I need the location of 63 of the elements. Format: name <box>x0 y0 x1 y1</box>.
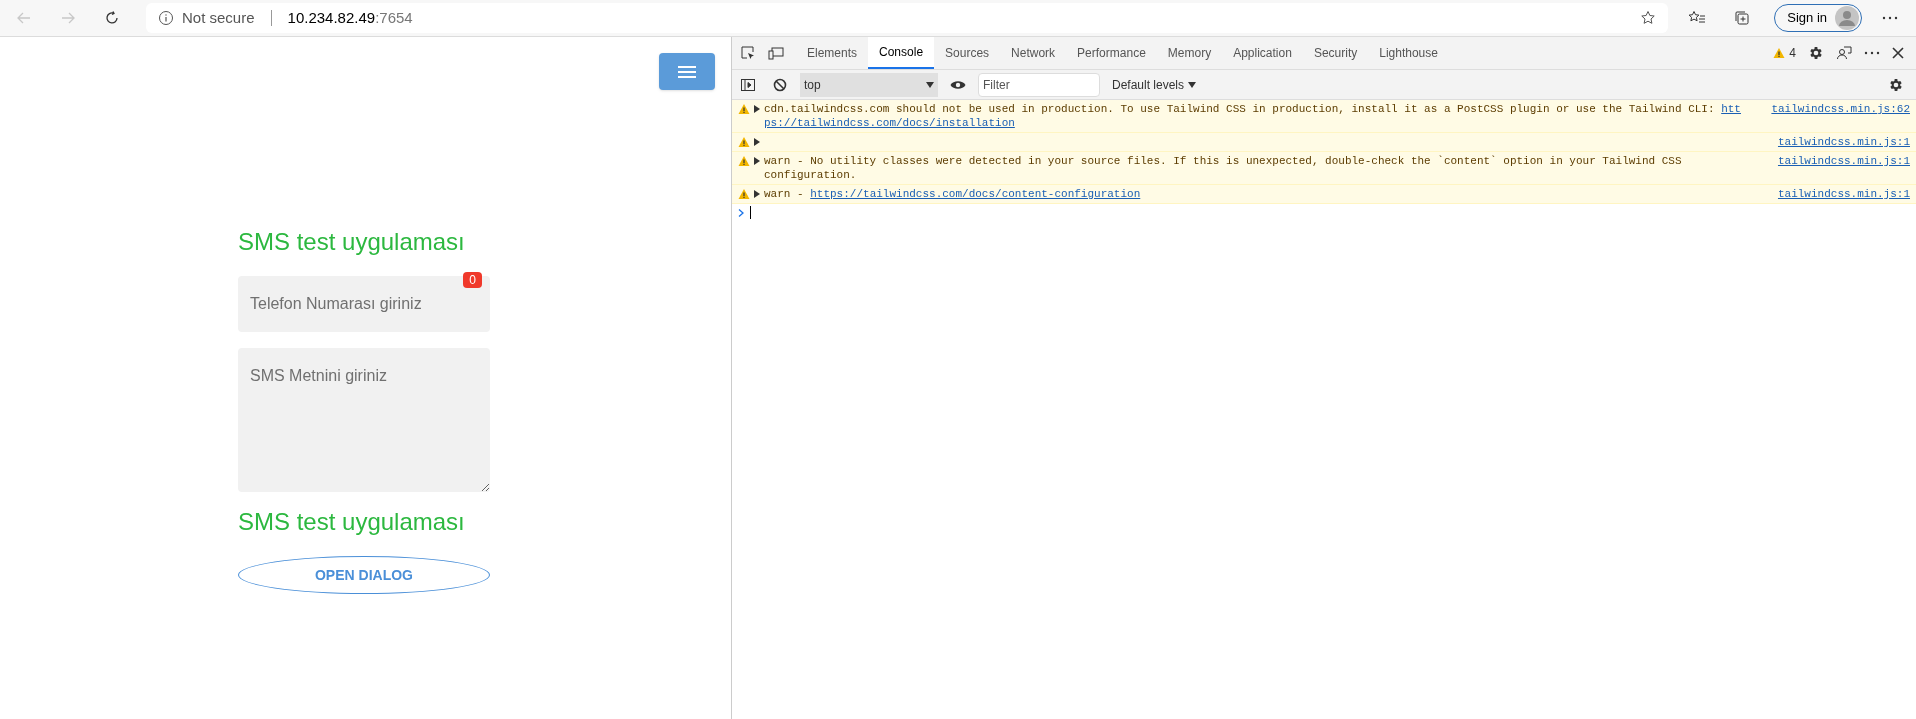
footer-title: SMS test uygulaması <box>238 510 466 534</box>
source-link[interactable]: tailwindcss.min.js:1 <box>1777 135 1910 149</box>
expand-arrow-icon[interactable] <box>754 105 760 113</box>
source-link[interactable]: tailwindcss.min.js:62 <box>1771 102 1910 116</box>
character-count-badge: 0 <box>463 272 482 288</box>
address-bar[interactable]: Not secure 10.234.82.49:7654 <box>146 3 1669 33</box>
context-selector[interactable]: top <box>800 72 938 97</box>
inspect-icon[interactable] <box>740 45 756 61</box>
source-link[interactable]: tailwindcss.min.js:1 <box>1777 187 1910 201</box>
dropdown-caret-icon <box>1188 81 1197 88</box>
devtools-tab[interactable]: Network <box>1000 37 1067 69</box>
source-link[interactable]: tailwindcss.min.js:1 <box>1777 154 1910 168</box>
devtools-tab[interactable]: Application <box>1222 37 1303 69</box>
devtools-tab[interactable]: Sources <box>934 37 1001 69</box>
collections-icon[interactable] <box>1734 10 1751 26</box>
app-title: SMS test uygulaması <box>238 230 466 254</box>
warning-icon <box>738 188 750 200</box>
expand-arrow-icon[interactable] <box>754 190 760 198</box>
eye-icon[interactable] <box>950 79 966 90</box>
log-levels-dropdown[interactable]: Default levels <box>1112 75 1197 94</box>
forward-arrow-icon <box>60 10 76 26</box>
devtools-tab[interactable]: Security <box>1302 37 1369 69</box>
message-link[interactable]: ps://tailwindcss.com/docs/installation <box>764 117 1015 129</box>
menu-button[interactable] <box>659 53 715 90</box>
more-icon[interactable] <box>1882 16 1898 20</box>
prompt-chevron-icon <box>738 208 744 217</box>
reload-icon <box>104 10 120 26</box>
clear-console-icon[interactable] <box>772 76 788 93</box>
info-icon[interactable] <box>158 10 174 26</box>
console-message: warn - https://tailwindcss.com/docs/content-configuration <box>764 187 1142 201</box>
close-icon[interactable] <box>1892 47 1904 59</box>
dropdown-caret-icon <box>926 81 934 88</box>
settings-icon[interactable] <box>1888 76 1904 93</box>
console-message: warn - No utility classes were detected in your source files. If this is unexpected, double-check the `content` option in your Tailwind CSS configuration. <box>764 154 1683 182</box>
warning-icon <box>1773 47 1786 59</box>
devtools-tab[interactable]: Lighthouse <box>1368 37 1449 69</box>
message-link[interactable]: https://tailwindcss.com/docs/content-configuration <box>810 188 1141 200</box>
message-link[interactable]: htt <box>1721 103 1741 115</box>
devtools-tab[interactable]: Console <box>868 37 935 69</box>
warning-icon <box>738 155 750 167</box>
avatar-icon <box>1835 6 1859 30</box>
sidebar-toggle-icon[interactable] <box>740 76 756 93</box>
devtools-tab[interactable]: Performance <box>1066 37 1157 69</box>
favorites-list-icon[interactable] <box>1688 10 1707 26</box>
warning-icon <box>738 136 750 148</box>
device-toggle-icon[interactable] <box>768 45 784 61</box>
url-text: 10.234.82.49:7654 <box>287 7 413 28</box>
back-arrow-icon <box>16 10 32 26</box>
expand-arrow-icon[interactable] <box>754 138 760 146</box>
settings-icon[interactable] <box>1808 45 1824 61</box>
favorite-star-icon[interactable] <box>1640 10 1657 26</box>
warning-icon <box>738 103 750 115</box>
warning-counter[interactable]: 4 <box>1773 44 1796 62</box>
more-icon[interactable] <box>1864 51 1880 55</box>
sms-text-field[interactable]: SMS Metnini giriniz <box>238 348 490 492</box>
menu-icon <box>677 64 697 79</box>
feedback-icon[interactable] <box>1836 45 1852 61</box>
console-message: cdn.tailwindcss.com should not be used in production. To use Tailwind CSS in production, install it as a PostCSS plugin or use the Tailwind CLI: htt ps://tailwindcss.com/docs/installation <box>764 102 1742 130</box>
devtools-tab[interactable]: Elements <box>796 37 869 69</box>
expand-arrow-icon[interactable] <box>754 157 760 165</box>
security-label: Not secure <box>182 7 255 28</box>
devtools-tab[interactable]: Memory <box>1156 37 1223 69</box>
filter-field[interactable]: Filter <box>978 72 1100 97</box>
